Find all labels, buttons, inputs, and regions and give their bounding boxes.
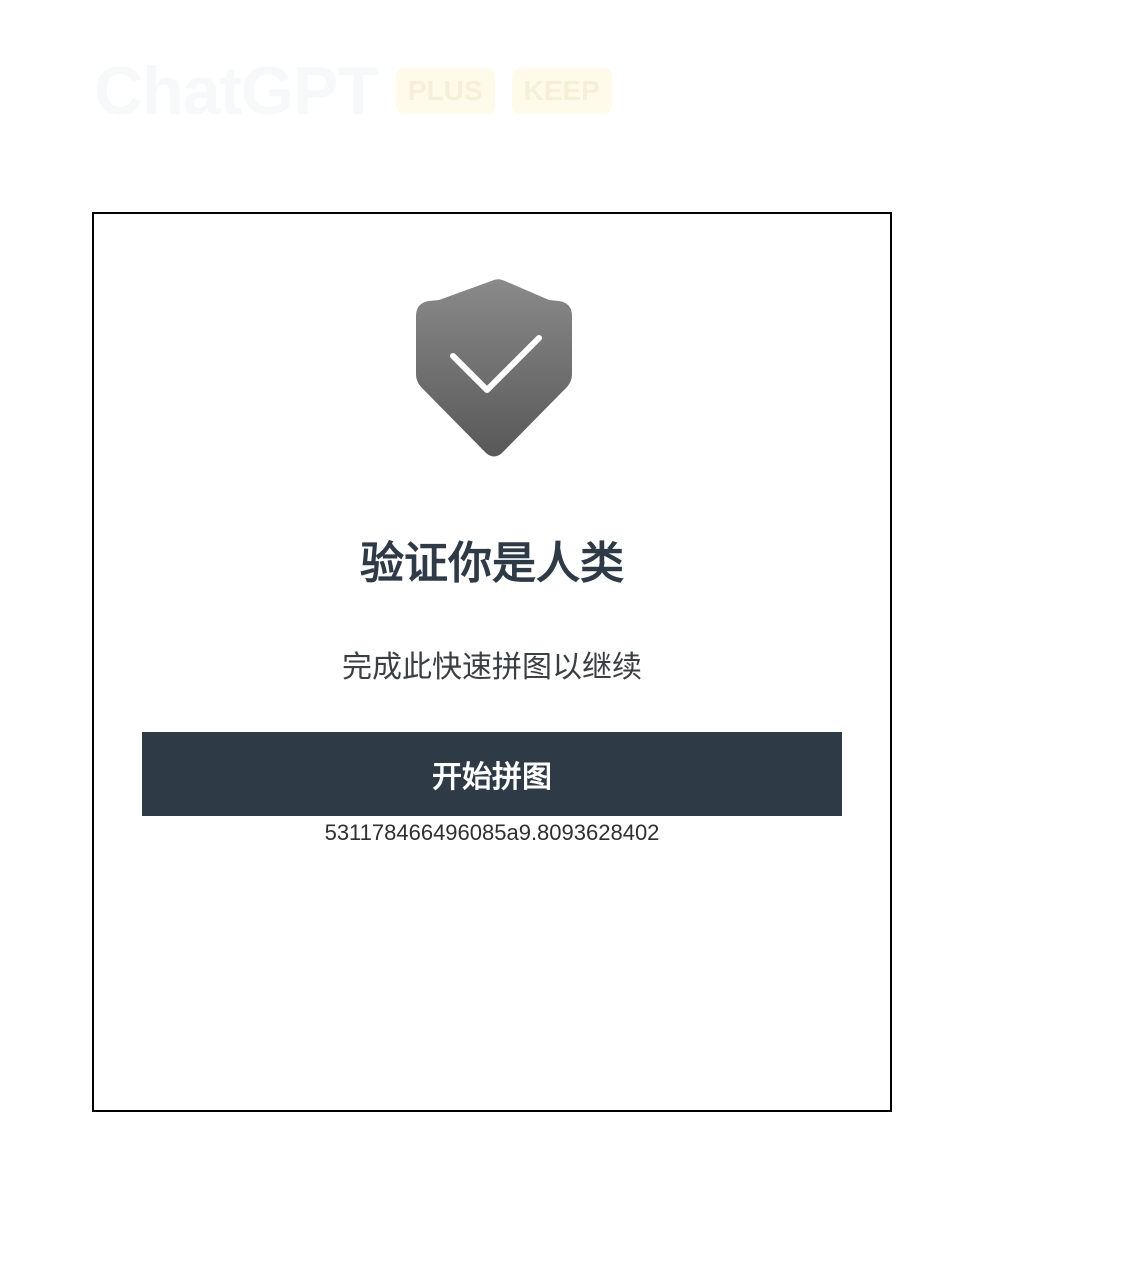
keep-badge: KEEP — [511, 68, 612, 114]
brand-header: ChatGPT PLUS KEEP — [94, 56, 612, 126]
instruction-text: 完成此快速拼图以继续 — [342, 650, 642, 685]
page-title: 验证你是人类 — [360, 538, 624, 589]
plus-badge: PLUS — [395, 68, 495, 114]
verification-panel: 验证你是人类 完成此快速拼图以继续 开始拼图 531178466496085a9… — [92, 212, 892, 1112]
shield-check-icon — [416, 279, 572, 457]
session-id-text: 531178466496085a9.8093628402 — [324, 820, 660, 845]
start-puzzle-button[interactable]: 开始拼图 — [142, 732, 842, 816]
brand-title: ChatGPT — [94, 53, 379, 129]
